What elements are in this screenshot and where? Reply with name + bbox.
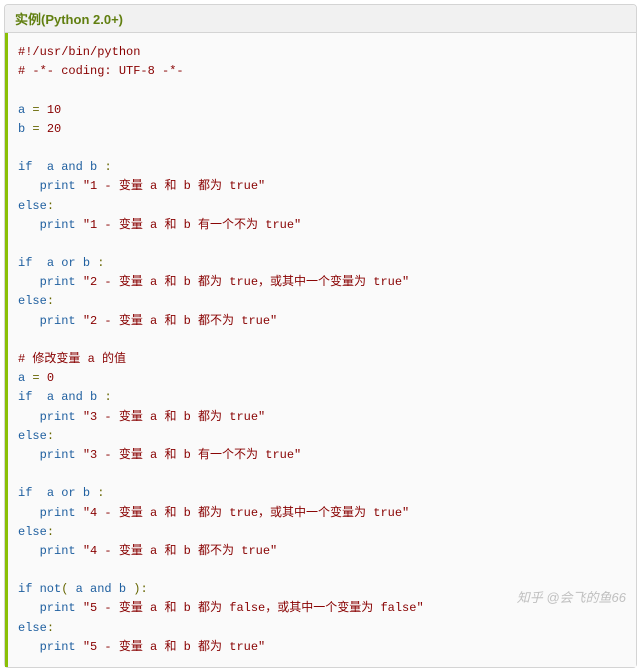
code-token: print [40,448,76,462]
code-token: : [140,582,147,596]
code-token: "3 - 变量 a 和 b 有一个不为 true" [83,448,301,462]
code-token: 20 [47,122,61,136]
code-token: "1 - 变量 a 和 b 有一个不为 true" [83,218,301,232]
code-token: 10 [47,103,61,117]
code-token: : [104,390,111,404]
code-token: else [18,294,47,308]
code-token: print [40,275,76,289]
code-line: # -*- coding: UTF-8 -*- [18,64,184,78]
code-token: and [61,160,83,174]
code-token: a [47,160,54,174]
code-token: print [40,544,76,558]
code-token: a [47,486,54,500]
code-token: or [61,486,75,500]
code-token: = [25,103,47,117]
code-token: else [18,621,47,635]
code-line: #!/usr/bin/python [18,45,140,59]
code-token: "3 - 变量 a 和 b 都为 true" [83,410,265,424]
code-token: print [40,218,76,232]
code-token: ( [61,582,68,596]
code-token: : [97,486,104,500]
code-token: if [18,160,32,174]
code-token: : [47,429,54,443]
code-token: if [18,582,32,596]
code-token: if [18,390,32,404]
code-block: #!/usr/bin/python # -*- coding: UTF-8 -*… [5,33,636,667]
code-token: "1 - 变量 a 和 b 都为 true" [83,179,265,193]
code-token: "2 - 变量 a 和 b 都为 true，或其中一个变量为 true" [83,275,409,289]
code-token: : [47,199,54,213]
code-token: not [40,582,62,596]
code-token: print [40,179,76,193]
code-token: = [25,371,47,385]
code-token: or [61,256,75,270]
code-token: b [119,582,126,596]
code-token: b [90,390,97,404]
code-token: : [47,294,54,308]
code-token: : [47,621,54,635]
code-token: : [97,256,104,270]
code-token: b [83,256,90,270]
code-token: "5 - 变量 a 和 b 都为 true" [83,640,265,654]
example-header: 实例(Python 2.0+) [5,5,636,33]
code-token: "5 - 变量 a 和 b 都为 false，或其中一个变量为 false" [83,601,424,615]
code-token: else [18,429,47,443]
code-token: b [83,486,90,500]
code-token: "2 - 变量 a 和 b 都不为 true" [83,314,277,328]
code-token: print [40,410,76,424]
code-token: : [104,160,111,174]
code-token: a [47,256,54,270]
code-token: print [40,506,76,520]
code-token: print [40,601,76,615]
code-token: a [47,390,54,404]
code-token: : [47,525,54,539]
example-container: 实例(Python 2.0+) #!/usr/bin/python # -*- … [4,4,637,668]
code-token: = [25,122,47,136]
code-token: print [40,314,76,328]
code-token: and [61,390,83,404]
code-token: 0 [47,371,54,385]
code-token: "4 - 变量 a 和 b 都不为 true" [83,544,277,558]
code-token: b [90,160,97,174]
example-title: 实例(Python 2.0+) [15,12,123,27]
code-token: if [18,486,32,500]
code-token: a [76,582,83,596]
code-token: and [90,582,112,596]
code-token: "4 - 变量 a 和 b 都为 true，或其中一个变量为 true" [83,506,409,520]
code-token: else [18,199,47,213]
code-token: if [18,256,32,270]
code-token: else [18,525,47,539]
code-line: # 修改变量 a 的值 [18,352,126,366]
code-token: print [40,640,76,654]
